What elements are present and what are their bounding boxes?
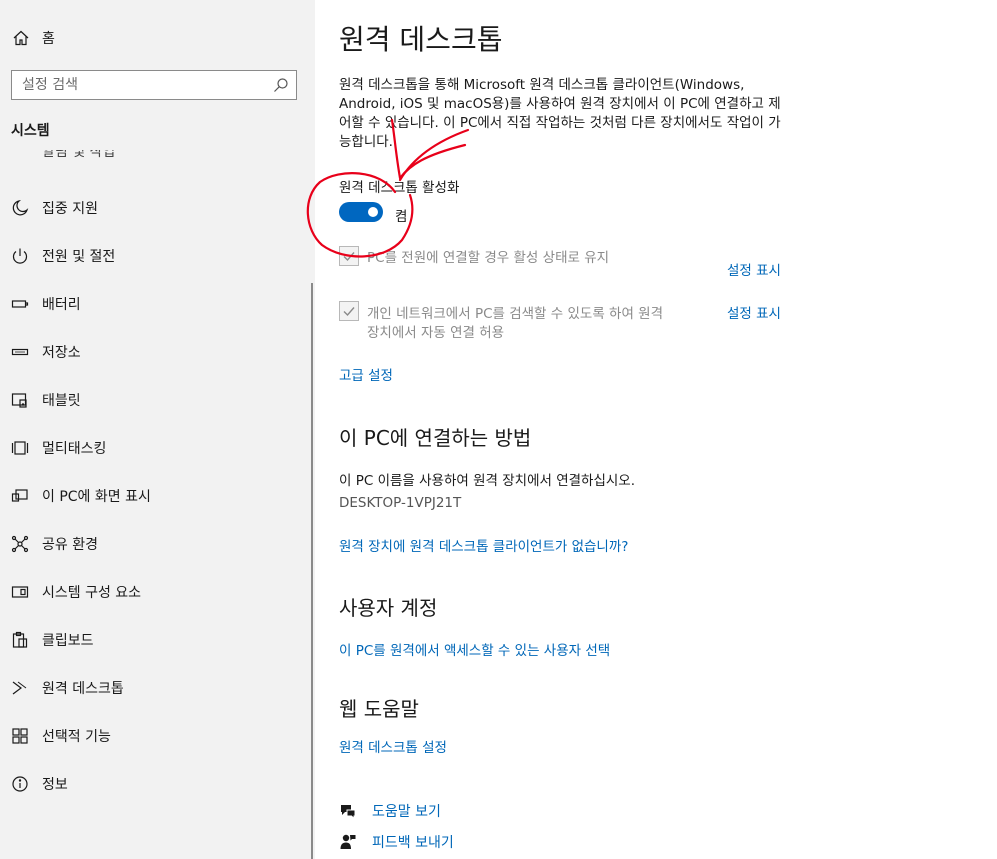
storage-icon bbox=[10, 342, 30, 362]
sidebar-item-clipboard[interactable]: 클립보드 bbox=[0, 620, 300, 660]
info-icon bbox=[10, 774, 30, 794]
optional-features-icon bbox=[10, 726, 30, 746]
keep-awake-label: PC를 전원에 연결할 경우 활성 상태로 유지 bbox=[367, 250, 610, 266]
get-help-item[interactable]: 도움말 보기 bbox=[339, 800, 441, 822]
clipboard-icon bbox=[10, 630, 30, 650]
sidebar-item-label: 공유 환경 bbox=[42, 537, 98, 553]
components-icon bbox=[10, 582, 30, 602]
feedback-person-icon bbox=[340, 834, 356, 849]
sidebar-item-label: 정보 bbox=[42, 777, 68, 793]
sidebar-item-label: 저장소 bbox=[42, 345, 81, 361]
sidebar-scrollbar[interactable] bbox=[311, 283, 313, 859]
sidebar-item-multitasking[interactable]: 멀티태스킹 bbox=[0, 428, 300, 468]
toggle-state-label: 켬 bbox=[395, 209, 408, 225]
search-icon[interactable] bbox=[273, 77, 289, 93]
multitasking-icon bbox=[10, 438, 30, 458]
connect-instructions: 이 PC 이름을 사용하여 원격 장치에서 연결하십시오. bbox=[339, 473, 636, 489]
advanced-settings-link[interactable]: 고급 설정 bbox=[339, 364, 393, 384]
power-icon bbox=[10, 246, 30, 266]
show-settings-link-2[interactable]: 설정 표시 bbox=[727, 302, 781, 322]
remote-desktop-icon bbox=[10, 678, 30, 698]
sidebar-item-label: 원격 데스크톱 bbox=[42, 681, 124, 697]
sidebar-item-label: 태블릿 bbox=[42, 393, 81, 409]
sidebar-item-power[interactable]: 전원 및 절전 bbox=[0, 236, 300, 276]
help-chat-icon bbox=[341, 805, 356, 820]
send-feedback-link[interactable]: 피드백 보내기 bbox=[372, 832, 454, 852]
connect-heading: 이 PC에 연결하는 방법 bbox=[339, 426, 532, 450]
feedback-item[interactable]: 피드백 보내기 bbox=[339, 831, 454, 853]
settings-search-box[interactable] bbox=[11, 70, 297, 100]
sidebar-item-shared-experiences[interactable]: 공유 환경 bbox=[0, 524, 300, 564]
page-description: 원격 데스크톱을 통해 Microsoft 원격 데스크톱 클라이언트(Wind… bbox=[339, 77, 781, 150]
enable-remote-desktop-label: 원격 데스크톱 활성화 bbox=[339, 180, 460, 196]
enable-remote-desktop-toggle[interactable] bbox=[339, 202, 383, 222]
sidebar-item-notifications[interactable]: 알림 및 작업 bbox=[42, 150, 142, 162]
moon-icon bbox=[10, 198, 30, 218]
keep-awake-checkbox[interactable] bbox=[339, 246, 359, 266]
sidebar-item-label: 이 PC에 화면 표시 bbox=[42, 489, 151, 505]
sidebar-item-optional-features[interactable]: 선택적 기능 bbox=[0, 716, 300, 756]
search-input[interactable] bbox=[22, 76, 262, 94]
toggle-knob bbox=[368, 207, 378, 217]
sidebar-item-about[interactable]: 정보 bbox=[0, 764, 300, 804]
pc-name: DESKTOP-1VPJ21T bbox=[339, 495, 462, 511]
discoverable-label-line1: 개인 네트워크에서 PC를 검색할 수 있도록 하여 원격 bbox=[367, 306, 664, 322]
get-help-link[interactable]: 도움말 보기 bbox=[372, 801, 441, 821]
share-icon bbox=[10, 534, 30, 554]
sidebar: 홈 시스템 알림 및 작업 집중 지원 전원 및 절전 배터리 저장소 태블릿 … bbox=[0, 0, 315, 859]
battery-icon bbox=[10, 294, 30, 314]
project-icon bbox=[10, 486, 30, 506]
sidebar-item-label: 클립보드 bbox=[42, 633, 94, 649]
sidebar-item-label: 배터리 bbox=[42, 297, 81, 313]
sidebar-item-label: 멀티태스킹 bbox=[42, 441, 107, 457]
web-help-heading: 웹 도움말 bbox=[339, 697, 419, 721]
sidebar-item-label: 집중 지원 bbox=[42, 201, 98, 217]
sidebar-section-title: 시스템 bbox=[11, 123, 50, 139]
sidebar-item-label: 전원 및 절전 bbox=[42, 249, 116, 265]
checkmark-icon bbox=[343, 252, 355, 262]
select-users-link[interactable]: 이 PC를 원격에서 액세스할 수 있는 사용자 선택 bbox=[339, 639, 610, 659]
sidebar-item-focus-assist[interactable]: 집중 지원 bbox=[0, 188, 300, 228]
show-settings-link-1[interactable]: 설정 표시 bbox=[727, 259, 781, 279]
no-client-link[interactable]: 원격 장치에 원격 데스크톱 클라이언트가 없습니까? bbox=[339, 535, 628, 555]
sidebar-item-system-components[interactable]: 시스템 구성 요소 bbox=[0, 572, 300, 612]
sidebar-item-label: 선택적 기능 bbox=[42, 729, 111, 745]
sidebar-item-storage[interactable]: 저장소 bbox=[0, 332, 300, 372]
sidebar-item-label: 시스템 구성 요소 bbox=[42, 585, 142, 601]
checkmark-icon bbox=[343, 307, 355, 317]
home-label: 홈 bbox=[42, 31, 55, 47]
user-accounts-heading: 사용자 계정 bbox=[339, 596, 438, 620]
tablet-icon bbox=[10, 390, 30, 410]
home-icon bbox=[13, 30, 29, 46]
discoverable-checkbox[interactable] bbox=[339, 301, 359, 321]
remote-desktop-settings-link[interactable]: 원격 데스크톱 설정 bbox=[339, 736, 447, 756]
page-title: 원격 데스크톱 bbox=[339, 23, 503, 56]
discoverable-label-line2: 장치에서 자동 연결 허용 bbox=[367, 325, 505, 341]
home-nav-item[interactable]: 홈 bbox=[12, 26, 55, 50]
sidebar-item-tablet[interactable]: 태블릿 bbox=[0, 380, 300, 420]
sidebar-item-project-to-pc[interactable]: 이 PC에 화면 표시 bbox=[0, 476, 300, 516]
sidebar-item-battery[interactable]: 배터리 bbox=[0, 284, 300, 324]
sidebar-item-remote-desktop[interactable]: 원격 데스크톱 bbox=[0, 668, 300, 708]
